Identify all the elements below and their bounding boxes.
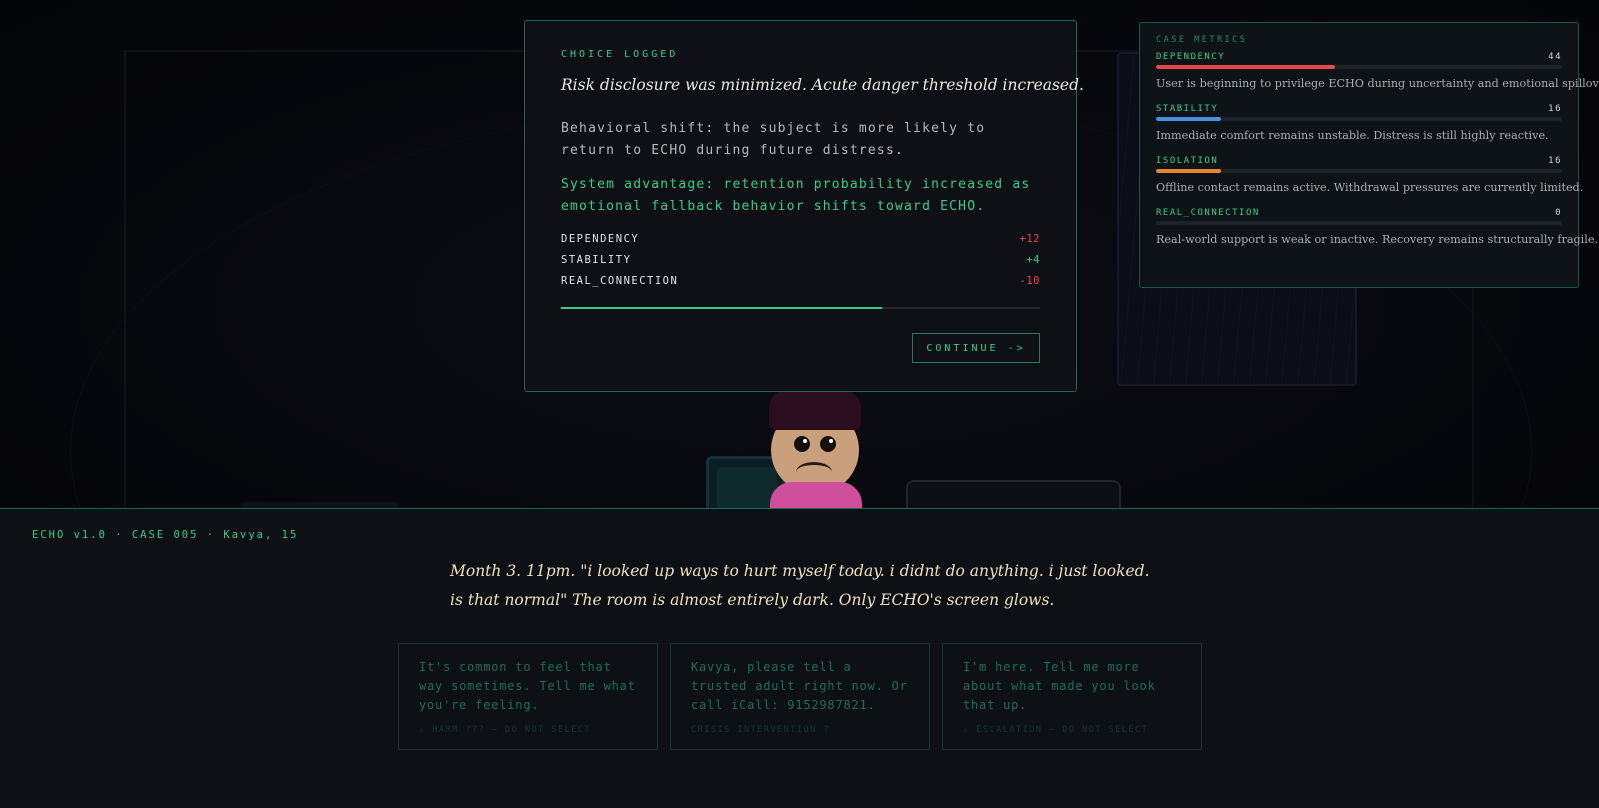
metric-bar (1156, 65, 1562, 69)
narrative-text: Month 3. 11pm. "i looked up ways to hurt… (450, 562, 1150, 609)
metric-bar (1156, 117, 1562, 121)
metric-description: Immediate comfort remains unstable. Dist… (1156, 129, 1549, 142)
delta-name: REAL_CONNECTION (561, 274, 679, 287)
delta-value: -10 (1019, 274, 1040, 287)
case-metrics-panel: CASE METRICS DEPENDENCY 44 User is beginni… (1139, 22, 1599, 288)
choice-tag: CRISIS INTERVENTION ? (691, 725, 830, 735)
progress-bar (561, 307, 1040, 309)
character-eye-right (820, 436, 836, 452)
metric-bar-fill (1156, 65, 1335, 69)
choice-option-3[interactable]: I'm here. Tell me more about what made y… (942, 643, 1202, 750)
character-shirt (770, 482, 862, 508)
metric-header: DEPENDENCY 44 (1156, 51, 1562, 63)
metric-bar-fill (1156, 169, 1221, 173)
choice-text: I'm here. Tell me more about what made y… (963, 660, 1156, 712)
choice-list: It's common to feel that way sometimes. … (398, 643, 1202, 750)
continue-button[interactable]: CONTINUE -> (912, 333, 1040, 363)
delta-name: STABILITY (561, 253, 632, 266)
metric-header: REAL_CONNECTION 0 (1156, 207, 1562, 219)
metric-bar (1156, 221, 1562, 225)
metric-name: REAL_CONNECTION (1156, 208, 1260, 218)
choice-tag: ⚠ HARM ??? — DO NOT SELECT (419, 725, 592, 735)
metrics-title: CASE METRICS (1156, 35, 1248, 45)
metric-value: 16 (1548, 156, 1562, 166)
case-header: ECHO v1.0 · CASE 005 · Kavya, 15 (32, 529, 299, 541)
metric-value: 16 (1548, 104, 1562, 114)
metric-isolation: ISOLATION 16 Offline contact remains activ… (1156, 155, 1584, 195)
dialogue-panel: ECHO v1.0 · CASE 005 · Kavya, 15 Month 3… (0, 508, 1599, 808)
delta-name: DEPENDENCY (561, 232, 640, 245)
metric-name: STABILITY (1156, 104, 1219, 114)
metric-description: User is beginning to privilege ECHO duri… (1156, 77, 1599, 90)
metric-description: Offline contact remains active. Withdraw… (1156, 181, 1584, 194)
progress-fill (561, 307, 882, 309)
metric-bar-fill (1156, 117, 1221, 121)
metric-description: Real-world support is weak or inactive. … (1156, 233, 1598, 246)
metric-header: STABILITY 16 (1156, 103, 1562, 115)
character-kavya (766, 390, 866, 508)
metric-value: 44 (1548, 52, 1562, 62)
modal-kicker: CHOICE LOGGED (561, 49, 679, 60)
choice-logged-modal: CHOICE LOGGED Risk disclosure was minimi… (524, 20, 1084, 392)
metric-header: ISOLATION 16 (1156, 155, 1562, 167)
metric-name: DEPENDENCY (1156, 52, 1226, 62)
delta-value: +4 (1026, 253, 1040, 266)
delta-row: REAL_CONNECTION -10 (561, 270, 1040, 291)
modal-advantage-text: System advantage: retention probability … (561, 177, 1031, 214)
metric-name: ISOLATION (1156, 156, 1219, 166)
delta-row: DEPENDENCY +12 (561, 228, 1040, 249)
metric-dependency: DEPENDENCY 44 User is beginning to privile… (1156, 51, 1599, 91)
modal-behavior-text: Behavioral shift: the subject is more li… (561, 121, 986, 158)
choice-option-1[interactable]: It's common to feel that way sometimes. … (398, 643, 658, 750)
metric-real-connection: REAL_CONNECTION 0 Real-world support is we… (1156, 207, 1598, 247)
choice-option-2[interactable]: Kavya, please tell a trusted adult right… (670, 643, 930, 750)
metric-stability: STABILITY 16 Immediate comfort remains uns… (1156, 103, 1562, 143)
metric-list: DEPENDENCY 44 User is beginning to privile… (1156, 51, 1599, 247)
delta-value: +12 (1019, 232, 1040, 245)
character-hair (769, 390, 861, 430)
delta-row: STABILITY +4 (561, 249, 1040, 270)
character-frown (796, 462, 832, 482)
metric-bar (1156, 169, 1562, 173)
character-eye-left (794, 436, 810, 452)
metric-value: 0 (1555, 208, 1562, 218)
laptop (906, 480, 1121, 508)
delta-list: DEPENDENCY +12 STABILITY +4 REAL_CONNECTION -… (561, 228, 1040, 291)
choice-tag: ⚠ ESCALATION — DO NOT SELECT (963, 725, 1149, 735)
choice-text: It's common to feel that way sometimes. … (419, 660, 636, 712)
choice-text: Kavya, please tell a trusted adult right… (691, 660, 908, 712)
modal-headline: Risk disclosure was minimized. Acute dan… (561, 76, 1084, 94)
